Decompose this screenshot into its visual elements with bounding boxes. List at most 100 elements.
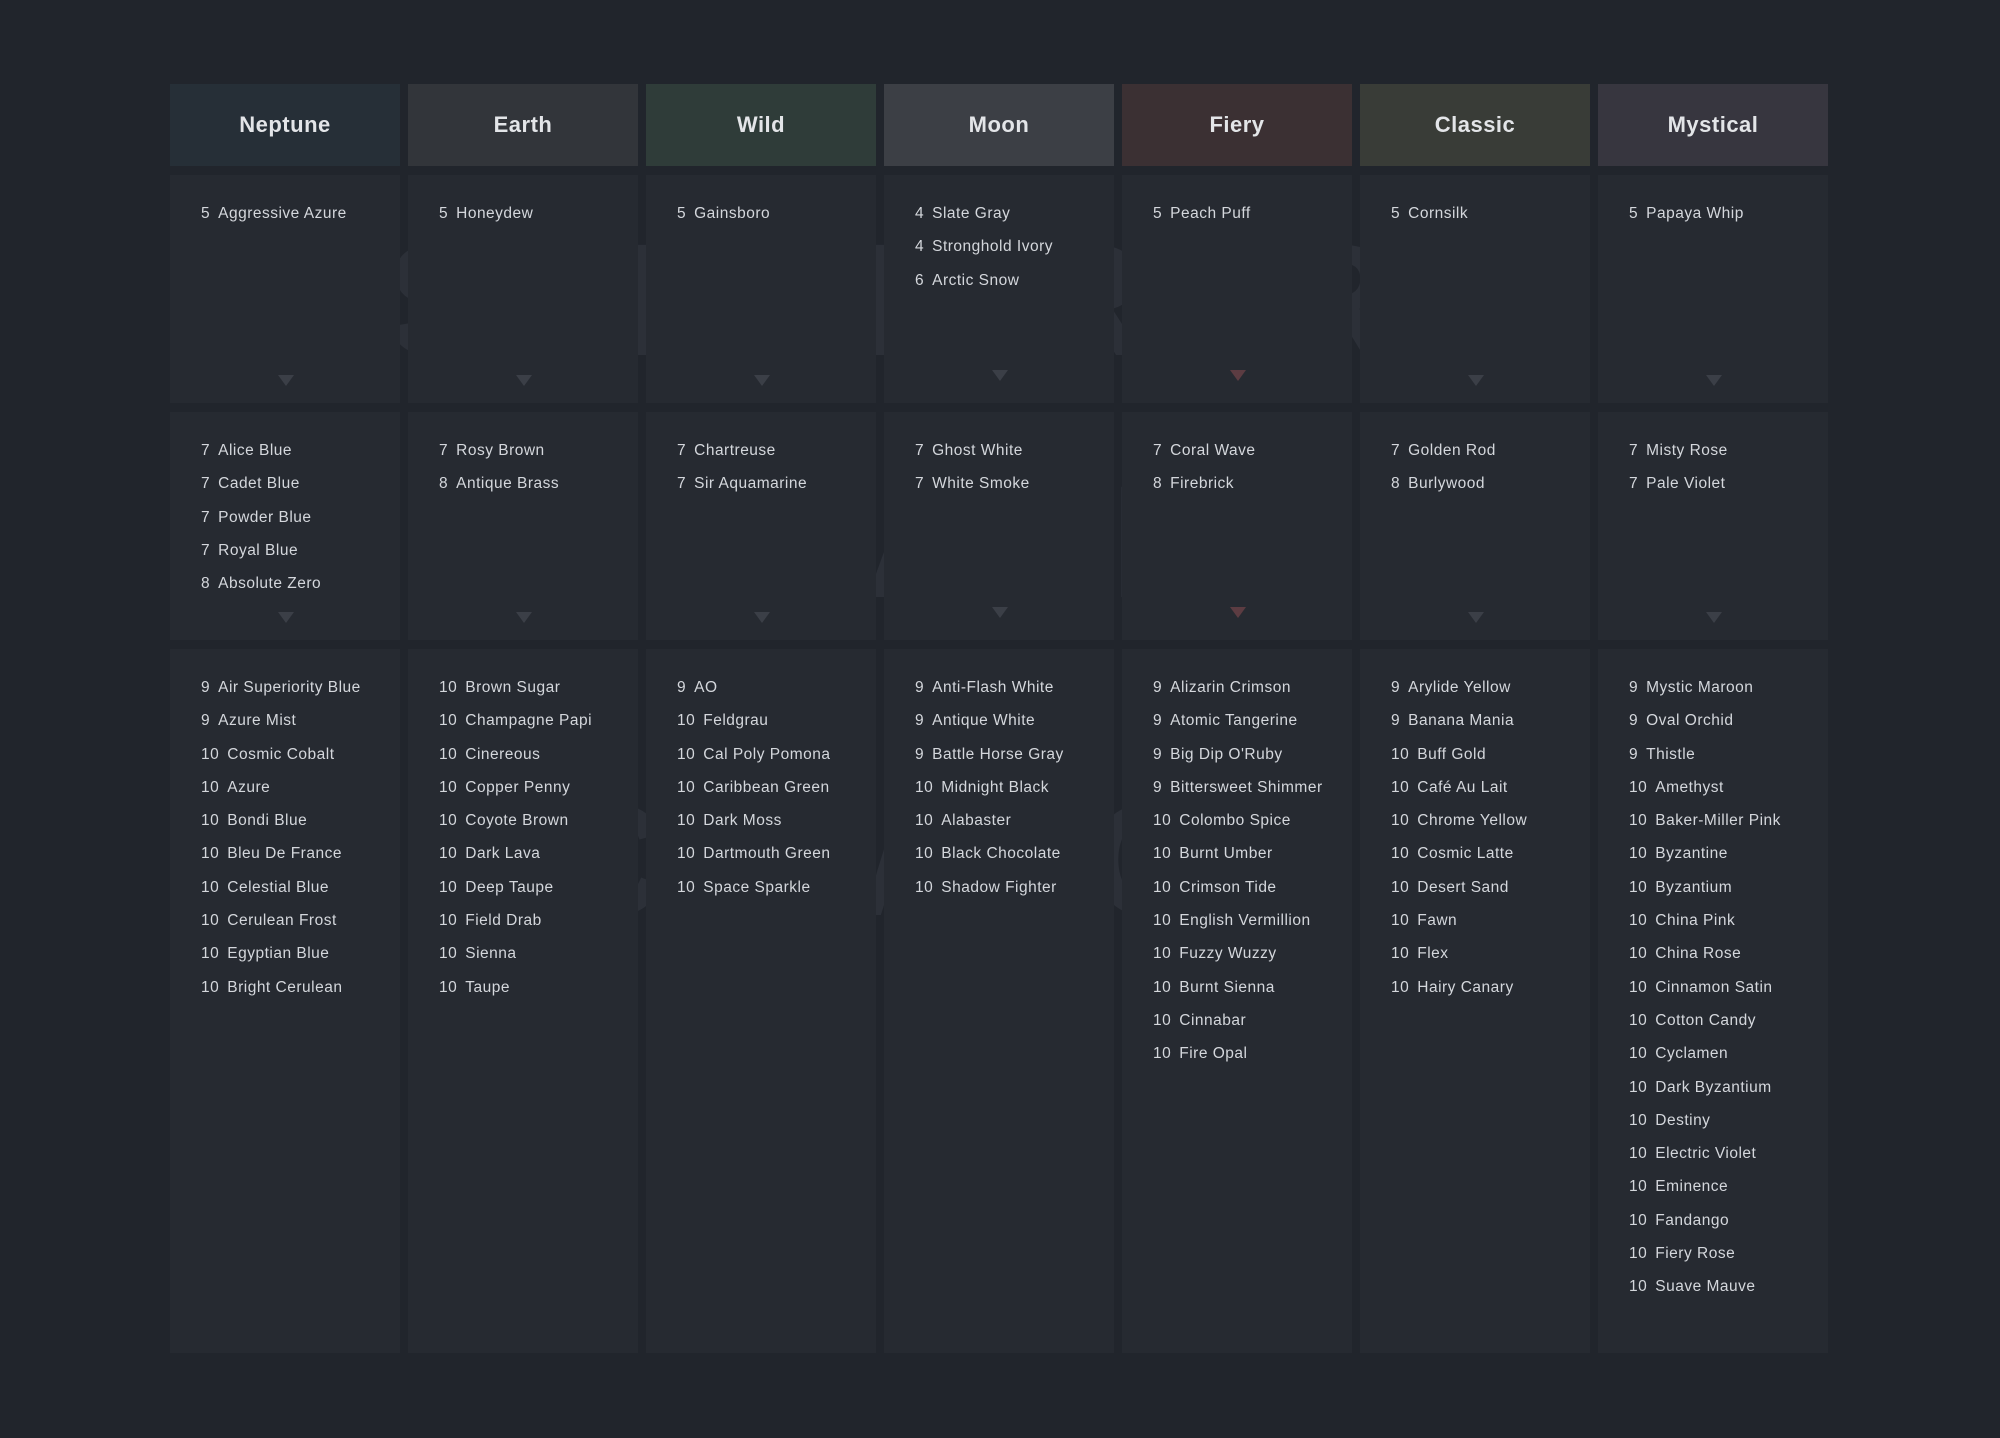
- expand-arrow-icon[interactable]: [1230, 370, 1246, 381]
- item-count: 10: [1629, 878, 1648, 896]
- item-name: Brown Sugar: [465, 679, 561, 696]
- item-name: Cinnabar: [1179, 1011, 1247, 1029]
- list-item: 10 Byzantine: [1629, 837, 1828, 870]
- item-name: Arylide Yellow: [1408, 679, 1511, 696]
- item-name: Azure: [227, 778, 271, 796]
- column-mystical: Mystical 5 Papaya Whip 7 Misty Rose 7 Pale V…: [1598, 84, 1828, 1353]
- expand-arrow-icon[interactable]: [278, 375, 294, 386]
- item-name: Destiny: [1655, 1111, 1711, 1129]
- expand-arrow-icon[interactable]: [1706, 375, 1722, 386]
- item-name: Feldgrau: [703, 712, 769, 730]
- item-count: 10: [439, 845, 458, 863]
- tier-rare: 7 Golden Rod 8 Burlywood: [1360, 412, 1590, 640]
- item-count: 7: [201, 541, 211, 559]
- item-name: Coyote Brown: [465, 812, 569, 830]
- expand-arrow-icon[interactable]: [516, 612, 532, 623]
- item-list: 7 Alice Blue 7 Cadet Blue 7 Powder Blue 7 Royal…: [170, 412, 400, 600]
- column-header[interactable]: Neptune: [170, 84, 400, 166]
- expand-arrow-icon[interactable]: [1230, 607, 1246, 618]
- list-item: 9 AO: [677, 671, 876, 704]
- item-count: 4: [915, 238, 925, 256]
- item-name: Firebrick: [1170, 475, 1235, 493]
- list-item: 9 Anti-Flash White: [915, 671, 1114, 704]
- item-count: 7: [201, 442, 211, 459]
- list-item: 10 Cinnabar: [1153, 1004, 1352, 1037]
- item-count: 10: [1391, 845, 1410, 863]
- list-item: 6 Arctic Snow: [915, 264, 1114, 297]
- column-header[interactable]: Earth: [408, 84, 638, 166]
- list-item: 7 White Smoke: [915, 467, 1114, 500]
- item-name: Desert Sand: [1417, 878, 1509, 896]
- item-count: 10: [1629, 1278, 1648, 1296]
- item-count: 10: [1391, 778, 1410, 796]
- list-item: 7 Chartreuse: [677, 434, 876, 467]
- item-count: 5: [1153, 205, 1163, 222]
- list-item: 10 Cotton Candy: [1629, 1004, 1828, 1037]
- item-name: Buff Gold: [1417, 745, 1487, 763]
- list-item: 10 Byzantium: [1629, 871, 1828, 904]
- expand-arrow-icon[interactable]: [1468, 612, 1484, 623]
- expand-arrow-icon[interactable]: [516, 375, 532, 386]
- column-header[interactable]: Mystical: [1598, 84, 1828, 166]
- list-item: 9 Air Superiority Blue: [201, 671, 400, 704]
- item-count: 7: [201, 508, 211, 526]
- item-name: Café Au Lait: [1417, 778, 1508, 796]
- tier-common: 9 Anti-Flash White 9 Antique White 9 Battle H…: [884, 649, 1114, 1353]
- list-item: 10 Dark Lava: [439, 837, 638, 870]
- column-header[interactable]: Classic: [1360, 84, 1590, 166]
- list-item: 10 Fiery Rose: [1629, 1237, 1828, 1270]
- column-header[interactable]: Moon: [884, 84, 1114, 166]
- list-item: 10 Caribbean Green: [677, 771, 876, 804]
- item-count: 10: [1629, 1111, 1648, 1129]
- list-item: 4 Slate Gray: [915, 197, 1114, 230]
- list-item: 10 Fire Opal: [1153, 1037, 1352, 1070]
- expand-arrow-icon[interactable]: [278, 612, 294, 623]
- item-list: 5 Aggressive Azure: [170, 175, 400, 230]
- item-name: Amethyst: [1655, 778, 1724, 796]
- item-count: 5: [439, 205, 449, 222]
- list-item: 10 Chrome Yellow: [1391, 804, 1590, 837]
- list-item: 10 Black Chocolate: [915, 837, 1114, 870]
- item-count: 7: [677, 442, 687, 459]
- item-name: Bright Cerulean: [227, 978, 343, 996]
- item-list: 4 Slate Gray 4 Stronghold Ivory 6 Arctic Snow: [884, 175, 1114, 297]
- item-name: Midnight Black: [941, 778, 1050, 796]
- item-count: 7: [915, 475, 925, 493]
- item-name: Rosy Brown: [456, 442, 545, 459]
- expand-arrow-icon[interactable]: [1468, 375, 1484, 386]
- list-item: 10 Baker-Miller Pink: [1629, 804, 1828, 837]
- item-count: 10: [1629, 912, 1648, 930]
- item-name: Golden Rod: [1408, 442, 1496, 459]
- item-count: 9: [1153, 679, 1163, 696]
- list-item: 10 Cyclamen: [1629, 1037, 1828, 1070]
- list-item: 10 Feldgrau: [677, 704, 876, 737]
- item-count: 5: [1629, 205, 1639, 222]
- list-item: 10 Field Drab: [439, 904, 638, 937]
- expand-arrow-icon[interactable]: [1706, 612, 1722, 623]
- list-item: 5 Papaya Whip: [1629, 197, 1828, 230]
- item-count: 10: [1391, 945, 1410, 963]
- item-count: 9: [915, 712, 925, 730]
- expand-arrow-icon[interactable]: [754, 375, 770, 386]
- item-count: 7: [1629, 475, 1639, 493]
- item-name: Egyptian Blue: [227, 945, 330, 963]
- column-header[interactable]: Fiery: [1122, 84, 1352, 166]
- expand-arrow-icon[interactable]: [754, 612, 770, 623]
- item-count: 9: [201, 712, 211, 730]
- item-count: 10: [439, 745, 458, 763]
- item-count: 10: [915, 812, 934, 830]
- list-item: 10 China Rose: [1629, 937, 1828, 970]
- column-header[interactable]: Wild: [646, 84, 876, 166]
- item-count: 10: [201, 978, 220, 996]
- item-name: Powder Blue: [218, 508, 312, 526]
- expand-arrow-icon[interactable]: [992, 370, 1008, 381]
- item-count: 10: [201, 812, 220, 830]
- expand-arrow-icon[interactable]: [992, 607, 1008, 618]
- item-count: 10: [1391, 878, 1410, 896]
- item-count: 10: [1629, 1178, 1648, 1196]
- list-item: 7 Royal Blue: [201, 534, 400, 567]
- list-item: 10 Cosmic Cobalt: [201, 738, 400, 771]
- tier-common: 10 Brown Sugar 10 Champagne Papi 10 Cinereous…: [408, 649, 638, 1353]
- item-name: Ghost White: [932, 442, 1023, 459]
- item-count: 9: [1391, 712, 1401, 730]
